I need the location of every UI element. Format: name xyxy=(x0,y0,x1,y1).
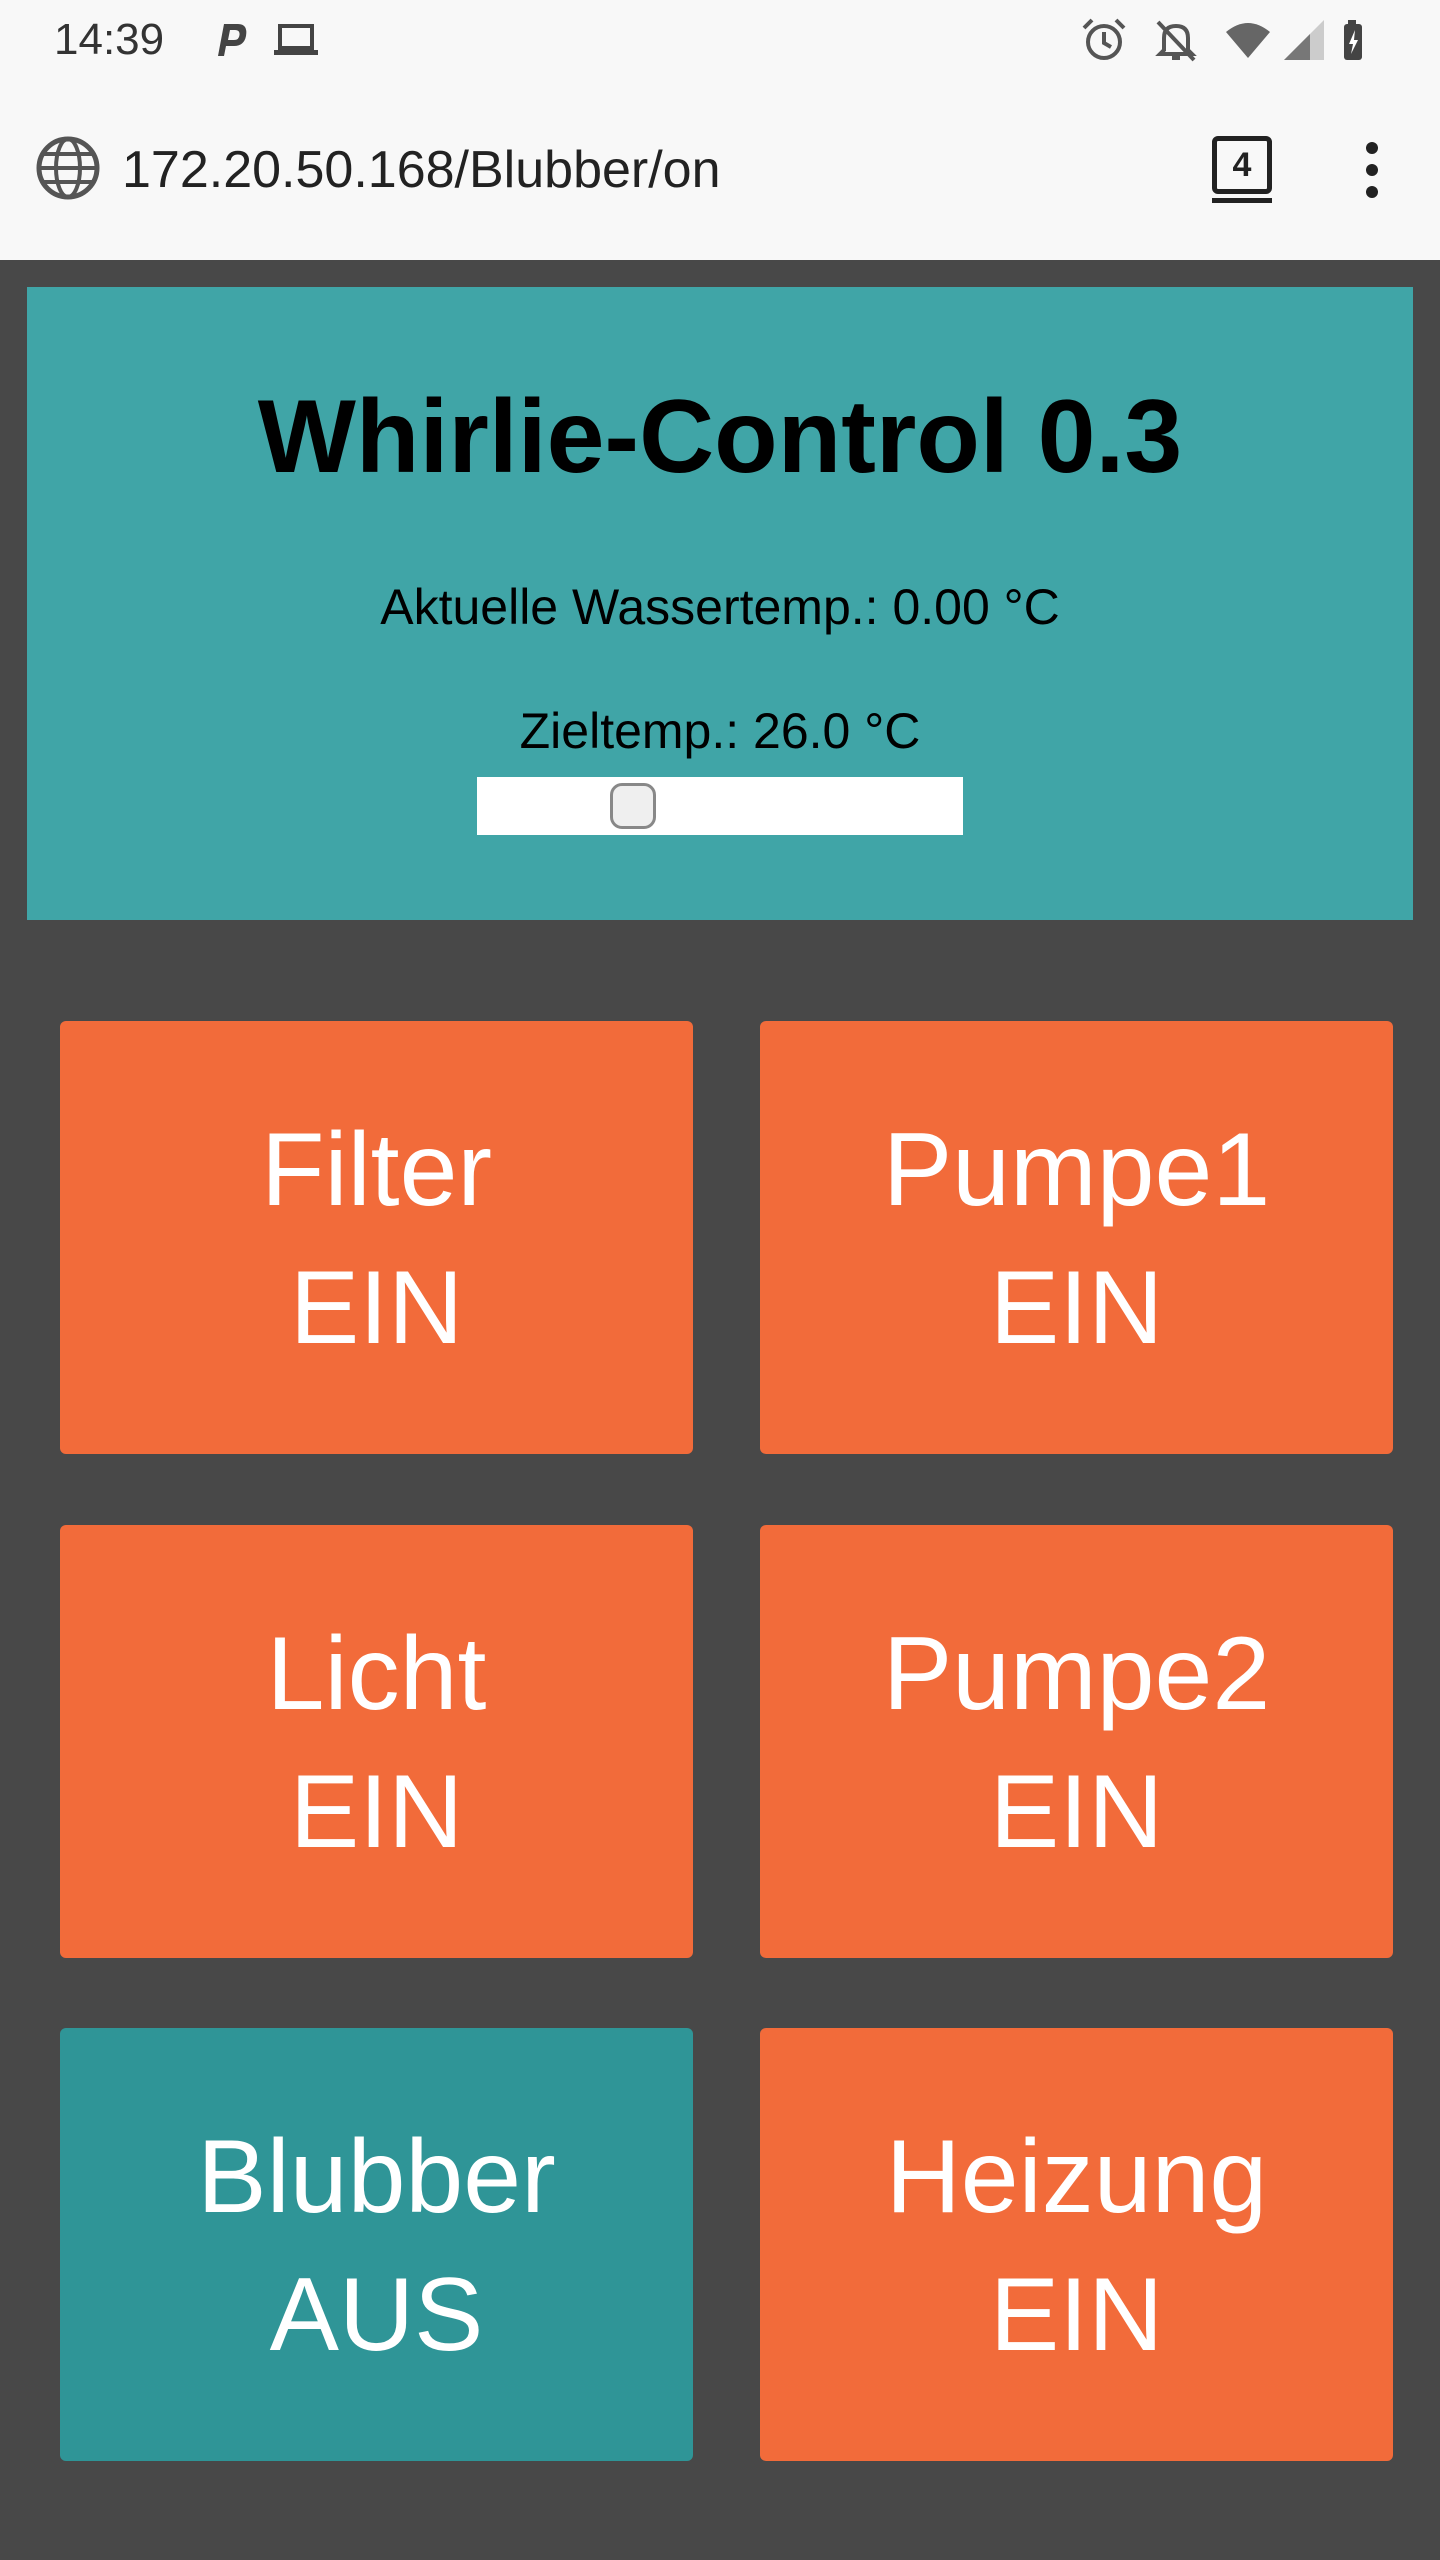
bubbler-state: AUS xyxy=(269,2257,484,2373)
heater-state: EIN xyxy=(989,2257,1164,2373)
pump2-label: Pumpe2 xyxy=(882,1616,1271,1732)
light-button[interactable]: Licht EIN xyxy=(60,1525,693,1958)
notifications-off-icon xyxy=(1155,20,1197,62)
light-label: Licht xyxy=(266,1616,487,1732)
alarm-icon xyxy=(1082,18,1126,60)
battery-charging-icon xyxy=(1344,20,1362,60)
light-state: EIN xyxy=(289,1754,464,1870)
url-field[interactable]: 172.20.50.168/Blubber/on xyxy=(122,136,721,204)
water-temperature-readout: Aktuelle Wassertemp.: 0.00 °C xyxy=(380,579,1060,635)
status-bar: 14:39 xyxy=(0,0,1440,80)
header-panel: Whirlie-Control 0.3 Aktuelle Wassertemp.… xyxy=(27,287,1413,920)
wifi-icon xyxy=(1226,23,1270,58)
more-options-icon[interactable] xyxy=(1352,138,1392,202)
laptop-icon xyxy=(274,24,318,55)
heater-button[interactable]: Heizung EIN xyxy=(760,2028,1393,2461)
filter-label: Filter xyxy=(260,1112,493,1228)
pump1-button[interactable]: Pumpe1 EIN xyxy=(760,1021,1393,1454)
target-temperature-slider[interactable] xyxy=(477,777,963,835)
globe-icon[interactable] xyxy=(34,134,102,202)
slider-thumb[interactable] xyxy=(609,783,656,829)
tab-switcher-button[interactable]: 4 xyxy=(1212,136,1272,203)
pump2-state: EIN xyxy=(989,1754,1164,1870)
heater-label: Heizung xyxy=(885,2119,1268,2235)
browser-address-bar: 172.20.50.168/Blubber/on 4 xyxy=(0,80,1440,260)
filter-button[interactable]: Filter EIN xyxy=(60,1021,693,1454)
cellular-signal-icon xyxy=(1284,20,1324,60)
pump2-button[interactable]: Pumpe2 EIN xyxy=(760,1525,1393,1958)
bubbler-label: Blubber xyxy=(197,2119,556,2235)
page-title: Whirlie-Control 0.3 xyxy=(257,379,1183,495)
bubbler-button[interactable]: Blubber AUS xyxy=(60,2028,693,2461)
filter-state: EIN xyxy=(289,1250,464,1366)
status-time: 14:39 xyxy=(54,15,165,64)
pump1-state: EIN xyxy=(989,1250,1164,1366)
target-temperature-label: Zieltemp.: 26.0 °C xyxy=(519,703,921,759)
parking-app-icon xyxy=(218,24,247,56)
pump1-label: Pumpe1 xyxy=(882,1112,1271,1228)
